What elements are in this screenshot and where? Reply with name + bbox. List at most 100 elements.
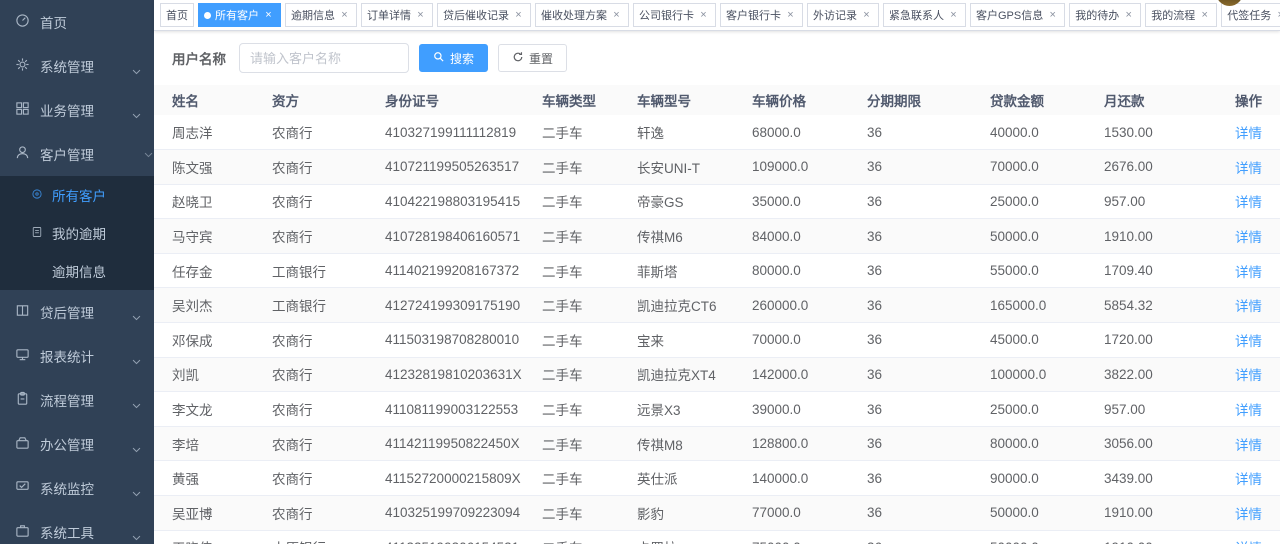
sidebar-item-0[interactable]: 首页 xyxy=(0,0,154,44)
table-cell: 二手车 xyxy=(542,392,637,427)
close-icon[interactable]: × xyxy=(860,9,873,22)
tab-item-1[interactable]: 所有客户× xyxy=(198,3,281,27)
close-icon[interactable]: × xyxy=(414,9,427,22)
detail-link[interactable]: 详情 xyxy=(1235,403,1262,418)
table-row[interactable]: 李培农商行41142119950822450X二手车传祺M8128800.036… xyxy=(154,426,1280,461)
close-icon[interactable]: × xyxy=(610,9,623,22)
column-header: 月还款 xyxy=(1104,85,1220,115)
table-cell: 50000.0 xyxy=(990,496,1104,531)
detail-link[interactable]: 详情 xyxy=(1235,230,1262,245)
detail-link[interactable]: 详情 xyxy=(1235,472,1262,487)
sidebar-item-4[interactable]: 贷后管理 xyxy=(0,290,154,334)
column-header: 贷款金额 xyxy=(990,85,1104,115)
sidebar-item-9[interactable]: 系统工具 xyxy=(0,510,154,544)
table-cell: 农商行 xyxy=(272,115,385,150)
table-row[interactable]: 邓保成农商行411503198708280010二手车宝来70000.03645… xyxy=(154,323,1280,358)
table-row[interactable]: 任存金工商银行411402199208167372二手车菲斯塔80000.036… xyxy=(154,253,1280,288)
tab-item-7[interactable]: 客户银行卡× xyxy=(720,3,803,27)
table-cell: 吴亚博 xyxy=(154,496,272,531)
table-row[interactable]: 刘凯农商行41232819810203631X二手车凯迪拉克XT4142000.… xyxy=(154,357,1280,392)
search-form: 用户名称 搜索 重置 xyxy=(154,31,1280,85)
tab-label: 客户银行卡 xyxy=(726,7,781,23)
table-cell: 68000.0 xyxy=(752,115,867,150)
tab-item-2[interactable]: 逾期信息× xyxy=(285,3,357,27)
table-cell: 3439.00 xyxy=(1104,461,1220,496)
tab-item-11[interactable]: 我的待办× xyxy=(1069,3,1141,27)
sidebar-item-label: 报表统计 xyxy=(40,346,94,366)
sidebar-subitem-label: 我的逾期 xyxy=(52,223,106,243)
table-cell: 二手车 xyxy=(542,184,637,219)
table-row[interactable]: 黄强农商行41152720000215809X二手车英仕派140000.0369… xyxy=(154,461,1280,496)
tab-item-5[interactable]: 催收处理方案× xyxy=(535,3,629,27)
detail-link[interactable]: 详情 xyxy=(1235,507,1262,522)
tab-item-0[interactable]: 首页 xyxy=(160,3,194,27)
reset-button[interactable]: 重置 xyxy=(498,44,567,72)
close-icon[interactable]: × xyxy=(947,9,960,22)
search-button[interactable]: 搜索 xyxy=(419,44,488,72)
close-icon[interactable]: × xyxy=(1046,9,1059,22)
tab-item-3[interactable]: 订单详情× xyxy=(361,3,433,27)
tab-item-12[interactable]: 我的流程× xyxy=(1145,3,1217,27)
close-icon[interactable]: × xyxy=(697,9,710,22)
book-icon xyxy=(15,303,40,321)
tab-item-10[interactable]: 客户GPS信息× xyxy=(970,3,1065,27)
tab-item-8[interactable]: 外访记录× xyxy=(807,3,879,27)
close-icon[interactable]: × xyxy=(1122,9,1135,22)
table-row[interactable]: 周志洋农商行410327199111112819二手车轩逸68000.03640… xyxy=(154,115,1280,150)
sidebar-item-5[interactable]: 报表统计 xyxy=(0,334,154,378)
close-icon[interactable]: × xyxy=(512,9,525,22)
table-cell: 41232819810203631X xyxy=(385,357,542,392)
tab-label: 紧急联系人 xyxy=(889,7,944,23)
detail-link[interactable]: 详情 xyxy=(1235,368,1262,383)
close-icon[interactable]: × xyxy=(1274,9,1280,22)
sidebar-item-8[interactable]: 系统监控 xyxy=(0,466,154,510)
sidebar-item-7[interactable]: 办公管理 xyxy=(0,422,154,466)
table-cell: 411325199306154521 xyxy=(385,530,542,544)
detail-link[interactable]: 详情 xyxy=(1235,265,1262,280)
table-cell: 刘凯 xyxy=(154,357,272,392)
sidebar-item-3[interactable]: 客户管理 xyxy=(0,132,154,176)
sidebar-subitem-2[interactable]: 逾期信息 xyxy=(0,252,154,290)
tab-item-13[interactable]: 代签任务× xyxy=(1221,3,1280,27)
table-cell: 农商行 xyxy=(272,323,385,358)
detail-link[interactable]: 详情 xyxy=(1235,334,1262,349)
table-cell: 菲斯塔 xyxy=(637,253,752,288)
sidebar-item-6[interactable]: 流程管理 xyxy=(0,378,154,422)
close-icon[interactable]: × xyxy=(1198,9,1211,22)
table-row[interactable]: 陈文强农商行410721199505263517二手车长安UNI-T109000… xyxy=(154,150,1280,185)
table-cell: 周志洋 xyxy=(154,115,272,150)
close-icon[interactable]: × xyxy=(784,9,797,22)
table-row[interactable]: 马守宾农商行410728198406160571二手车传祺M684000.036… xyxy=(154,219,1280,254)
detail-link[interactable]: 详情 xyxy=(1235,126,1262,141)
process-icon xyxy=(15,391,40,409)
table-cell: 卡罗拉 xyxy=(637,530,752,544)
table-cell: 25000.0 xyxy=(990,392,1104,427)
tabs-bar: 首页所有客户×逾期信息×订单详情×贷后催收记录×催收处理方案×公司银行卡×客户银… xyxy=(154,0,1280,31)
table-row[interactable]: 吴亚博农商行410325199709223094二手车影豹77000.03650… xyxy=(154,496,1280,531)
detail-link[interactable]: 详情 xyxy=(1235,438,1262,453)
table-row[interactable]: 赵晓卫农商行410422198803195415二手车帝豪GS35000.036… xyxy=(154,184,1280,219)
tab-item-4[interactable]: 贷后催收记录× xyxy=(437,3,531,27)
detail-link[interactable]: 详情 xyxy=(1235,195,1262,210)
close-icon[interactable]: × xyxy=(338,9,351,22)
table-cell: 二手车 xyxy=(542,288,637,323)
sidebar-item-2[interactable]: 业务管理 xyxy=(0,88,154,132)
table-row[interactable]: 吴刘杰工商银行412724199309175190二手车凯迪拉克CT626000… xyxy=(154,288,1280,323)
table-cell: 英仕派 xyxy=(637,461,752,496)
sidebar-subitem-1[interactable]: 我的逾期 xyxy=(0,214,154,252)
detail-link[interactable]: 详情 xyxy=(1235,299,1262,314)
table-cell: 邓保成 xyxy=(154,323,272,358)
tab-item-6[interactable]: 公司银行卡× xyxy=(633,3,716,27)
table-row[interactable]: 李文龙农商行411081199003122553二手车远景X339000.036… xyxy=(154,392,1280,427)
detail-link[interactable]: 详情 xyxy=(1235,161,1262,176)
table-row[interactable]: 王晓伟中原银行411325199306154521二手车卡罗拉75000.036… xyxy=(154,530,1280,544)
close-icon[interactable]: × xyxy=(262,9,275,22)
sidebar-item-1[interactable]: 系统管理 xyxy=(0,44,154,88)
table-cell: 2676.00 xyxy=(1104,150,1220,185)
table-cell: 36 xyxy=(867,115,990,150)
customer-name-input[interactable] xyxy=(239,43,409,73)
sidebar-subitem-0[interactable]: 所有客户 xyxy=(0,176,154,214)
tab-item-9[interactable]: 紧急联系人× xyxy=(883,3,966,27)
table-cell: 二手车 xyxy=(542,323,637,358)
table-cell: 1910.00 xyxy=(1104,530,1220,544)
